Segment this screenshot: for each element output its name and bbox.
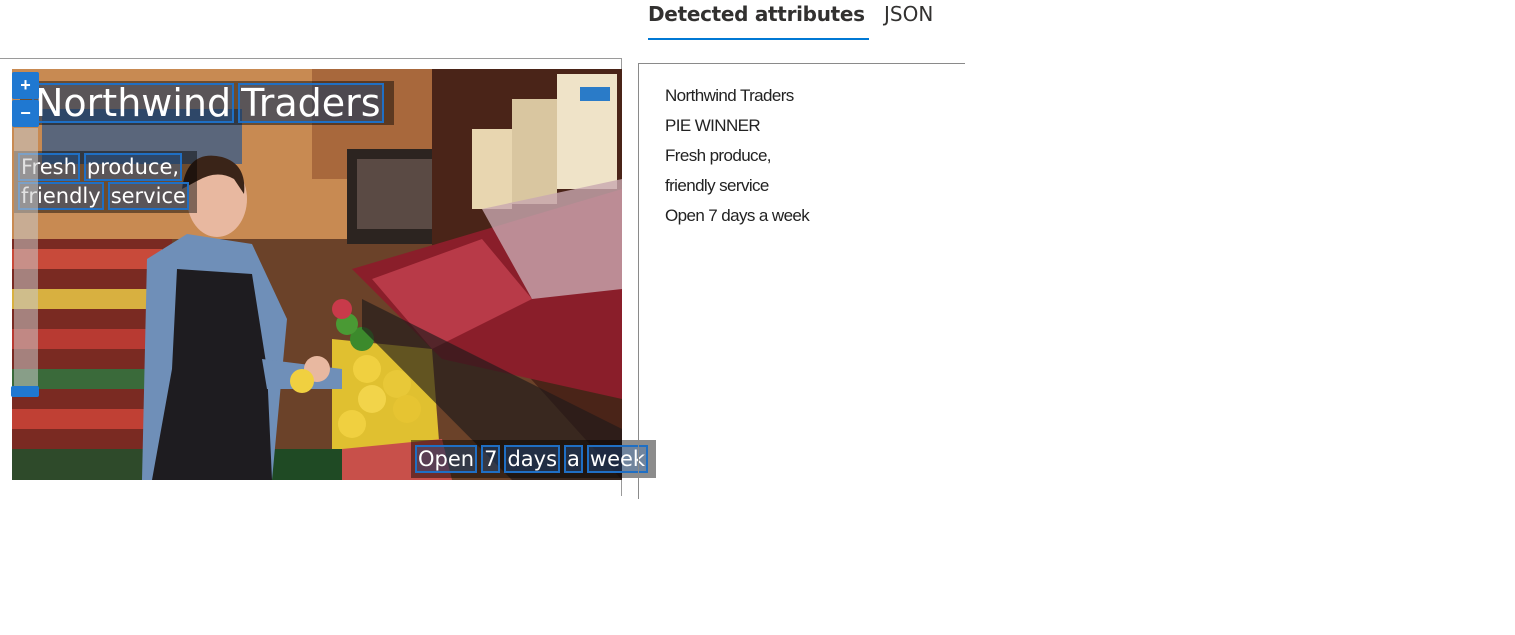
zoom-slider-handle[interactable] <box>11 386 39 397</box>
ocr-line: Fresh produce, <box>18 153 193 182</box>
ocr-word: 7 <box>481 445 501 474</box>
attribute-item: friendly service <box>665 176 769 195</box>
zoom-in-button[interactable]: + <box>12 72 39 99</box>
ocr-word: Open <box>415 445 478 474</box>
tab-json-label: JSON <box>884 2 934 26</box>
ocr-subtitle-overlay: Fresh produce, friendly service <box>14 151 197 213</box>
ocr-word: days <box>504 445 561 474</box>
tab-detected-attributes[interactable]: Detected attributes <box>648 0 869 40</box>
attribute-item: Fresh produce, <box>665 146 772 165</box>
tab-detected-attributes-label: Detected attributes <box>648 2 865 26</box>
ocr-word: produce, <box>83 153 183 182</box>
photo-scene <box>12 69 622 480</box>
ocr-word: Northwind <box>32 83 235 123</box>
ocr-line: friendly service <box>18 182 193 211</box>
storefront-photo <box>12 69 622 480</box>
zoom-out-button[interactable]: − <box>12 100 39 127</box>
ocr-word: Traders <box>238 83 384 123</box>
attribute-list: Northwind Traders PIE WINNER Fresh produ… <box>665 81 810 231</box>
ocr-word: a <box>564 445 583 474</box>
attribute-item: Northwind Traders <box>665 86 794 105</box>
attribute-item: PIE WINNER <box>665 116 761 135</box>
active-tab-indicator <box>648 38 869 40</box>
ocr-word: service <box>107 182 189 211</box>
ocr-title-overlay: Northwind Traders <box>20 81 394 125</box>
attribute-item: Open 7 days a week <box>665 206 810 225</box>
ocr-hours-overlay: Open 7 days a week <box>411 440 657 479</box>
attributes-panel: Northwind Traders PIE WINNER Fresh produ… <box>638 63 965 499</box>
tab-json[interactable]: JSON <box>884 0 933 38</box>
zoom-slider-track[interactable] <box>14 128 38 386</box>
